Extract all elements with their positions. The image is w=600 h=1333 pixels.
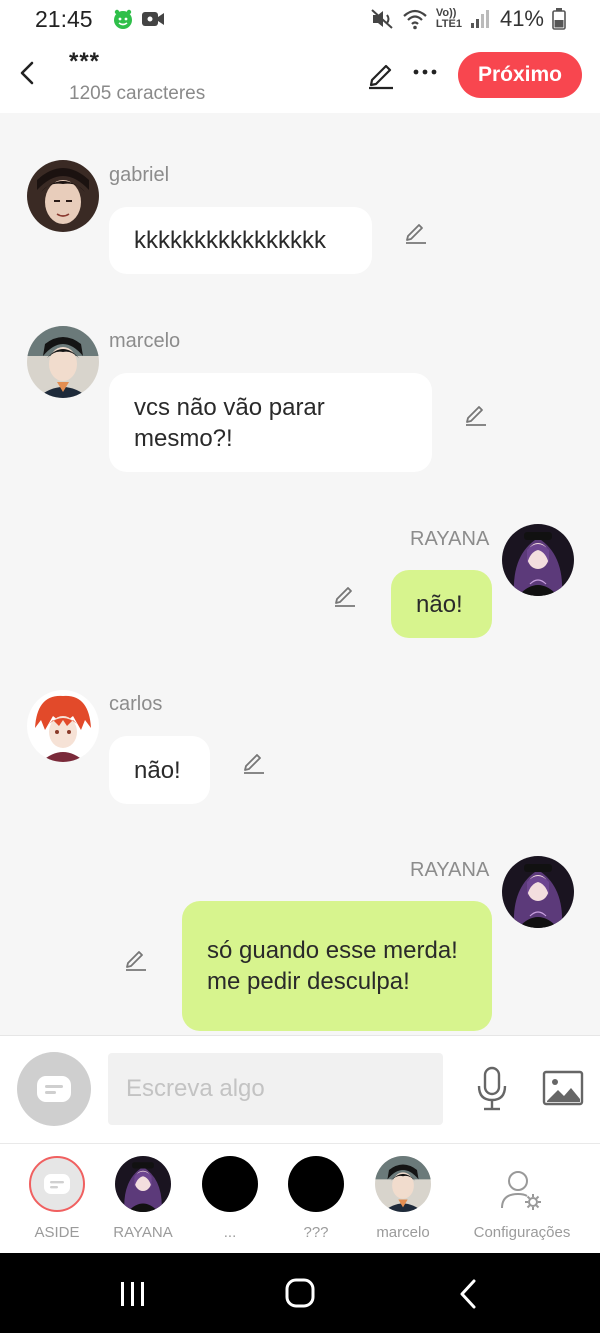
tab-label: marcelo xyxy=(376,1224,430,1241)
tab-label: RAYANA xyxy=(113,1224,173,1241)
edit-message-button[interactable] xyxy=(241,748,267,774)
message-text: só guando esse merda! me pedir desculpa! xyxy=(207,937,458,995)
battery-icon xyxy=(552,8,566,30)
message-bubble[interactable]: não! xyxy=(391,570,492,638)
tab-settings[interactable]: Configurações xyxy=(470,1156,574,1246)
avatar-placeholder xyxy=(288,1156,344,1212)
image-button[interactable] xyxy=(542,1069,584,1107)
pencil-icon xyxy=(406,224,426,244)
aside-tab-icon xyxy=(29,1156,85,1212)
app-notification-icon xyxy=(112,8,134,30)
signal-bars-icon xyxy=(470,8,492,30)
pencil-icon xyxy=(466,406,486,426)
message-bubble[interactable]: só guando esse merda! me pedir desculpa! xyxy=(182,901,492,1031)
volte-label: Vo)) LTE1 xyxy=(436,8,462,30)
avatar-marcelo xyxy=(375,1156,431,1212)
pencil-icon xyxy=(126,951,146,971)
message-text: vcs não vão parar mesmo?! xyxy=(134,393,325,452)
message-input[interactable] xyxy=(108,1053,443,1125)
home-icon xyxy=(285,1278,315,1308)
microphone-button[interactable] xyxy=(475,1066,509,1112)
tab-label: ??? xyxy=(303,1224,329,1241)
status-time: 21:45 xyxy=(35,6,93,32)
character-count: 1205 caracteres xyxy=(69,83,206,104)
sender-name: gabriel xyxy=(109,164,170,186)
edit-message-button[interactable] xyxy=(463,400,489,426)
sender-name: marcelo xyxy=(109,330,181,352)
pencil-icon xyxy=(244,754,264,774)
avatar-rayana[interactable] xyxy=(502,524,574,596)
chevron-left-icon xyxy=(20,61,34,85)
message-bubble[interactable]: kkkkkkkkkkkkkkkk xyxy=(109,207,372,274)
tab-marcelo[interactable]: marcelo xyxy=(358,1156,448,1246)
video-call-icon xyxy=(141,10,165,28)
message-text: kkkkkkkkkkkkkkkk xyxy=(134,227,326,254)
mute-vibrate-icon xyxy=(370,8,394,30)
microphone-icon xyxy=(477,1066,507,1111)
chevron-left-icon xyxy=(460,1279,476,1309)
edit-title-button[interactable] xyxy=(365,58,397,90)
avatar-rayana xyxy=(115,1156,171,1212)
sender-name: RAYANA xyxy=(410,528,490,550)
more-options-button[interactable] xyxy=(411,62,439,82)
tab-label: Configurações xyxy=(473,1224,571,1241)
system-back-button[interactable] xyxy=(457,1278,479,1310)
more-dots-icon xyxy=(413,69,437,75)
avatar-gabriel[interactable] xyxy=(27,160,99,232)
avatar-placeholder xyxy=(202,1156,258,1212)
status-bar: 21:45 Vo)) LTE1 41% xyxy=(0,0,600,40)
recent-apps-icon xyxy=(121,1282,144,1306)
battery-percent: 41% xyxy=(499,6,544,31)
chat-bubble-icon xyxy=(44,1174,70,1194)
top-header: *** 1205 caracteres Próximo xyxy=(0,40,600,113)
tab-label: ... xyxy=(223,1224,237,1241)
sender-name: RAYANA xyxy=(410,859,490,881)
system-nav-bar xyxy=(0,1253,600,1333)
tab-rayana[interactable]: RAYANA xyxy=(98,1156,188,1246)
character-bar: ASIDE RAYANA ... ??? marcelo Configuraçõ… xyxy=(0,1143,600,1253)
page-title: *** xyxy=(69,48,101,75)
tab-label: ASIDE xyxy=(34,1224,80,1241)
edit-message-button[interactable] xyxy=(332,581,358,607)
user-settings-icon xyxy=(498,1168,546,1212)
edit-message-button[interactable] xyxy=(123,945,149,971)
avatar-rayana[interactable] xyxy=(502,856,574,928)
sender-name: carlos xyxy=(109,693,163,715)
avatar-marcelo[interactable] xyxy=(27,326,99,398)
aside-mode-button[interactable] xyxy=(17,1052,91,1126)
chat-bubble-icon xyxy=(37,1076,71,1102)
next-button[interactable]: Próximo xyxy=(458,52,582,98)
tab-character-3[interactable]: ... xyxy=(185,1156,275,1246)
avatar-carlos[interactable] xyxy=(27,690,99,762)
message-bubble[interactable]: vcs não vão parar mesmo?! xyxy=(109,373,432,472)
tab-character-4[interactable]: ??? xyxy=(271,1156,361,1246)
status-indicators: Vo)) LTE1 41% xyxy=(370,6,566,32)
pencil-icon xyxy=(369,64,393,90)
message-bubble[interactable]: não! xyxy=(109,736,210,804)
message-composer xyxy=(0,1035,600,1143)
message-text: não! xyxy=(416,590,463,618)
tab-aside[interactable]: ASIDE xyxy=(12,1156,102,1246)
image-icon xyxy=(542,1070,584,1106)
wifi-icon xyxy=(402,8,428,30)
pencil-icon xyxy=(335,587,355,607)
home-button[interactable] xyxy=(284,1277,316,1309)
edit-message-button[interactable] xyxy=(403,218,429,244)
back-button[interactable] xyxy=(14,58,40,88)
volte-label-bottom: LTE1 xyxy=(435,18,462,30)
recent-apps-button[interactable] xyxy=(118,1280,148,1308)
message-text: não! xyxy=(134,756,181,784)
